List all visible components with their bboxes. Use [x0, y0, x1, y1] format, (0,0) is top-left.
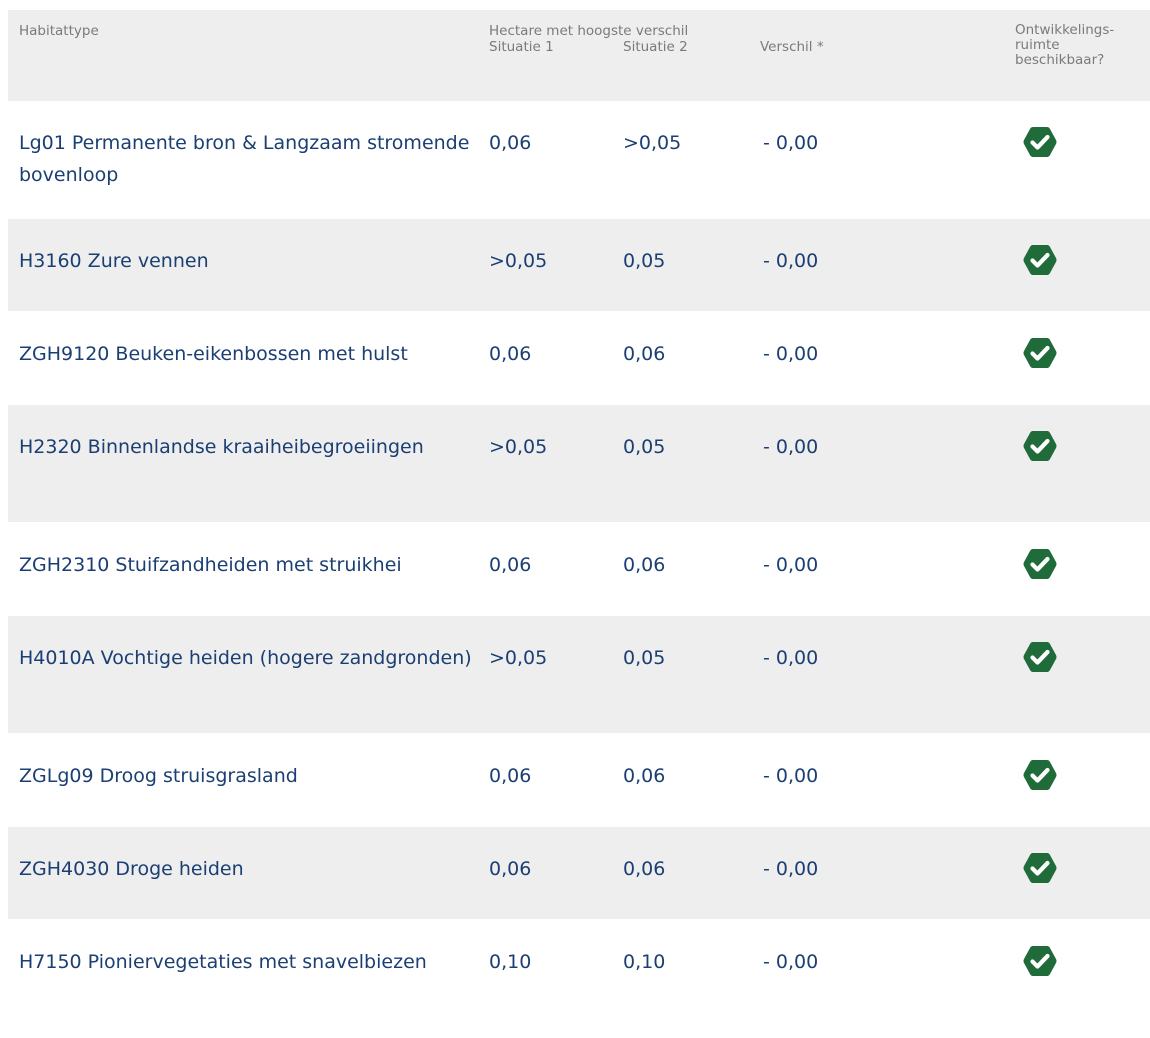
habitat-name: H4010A Vochtige heiden (hogere zandgrond…	[19, 647, 472, 669]
habitat-table: Habitattype Hectare met hoogste verschil…	[8, 10, 1150, 1038]
header-hectare: Hectare met hoogste verschil	[489, 23, 689, 39]
verschil-value: - 0,00	[763, 647, 819, 669]
habitat-name: ZGH9120 Beuken-eikenbossen met hulst	[19, 343, 408, 365]
check-hexagon-icon	[1023, 944, 1057, 978]
header-situatie-1: Situatie 1	[489, 39, 554, 55]
check-hexagon-icon	[1023, 758, 1057, 792]
table-row: Lg01 Permanente bron & Langzaam stromend…	[8, 101, 1150, 219]
situatie-2-value: 0,06	[623, 765, 666, 787]
header-ontwikkelingsruimte: Ontwikkelings-ruimte beschikbaar?	[1015, 22, 1115, 68]
verschil-value: - 0,00	[763, 250, 819, 272]
header-habitattype: Habitattype	[19, 23, 99, 39]
table-header: Habitattype Hectare met hoogste verschil…	[8, 10, 1150, 101]
verschil-value: - 0,00	[763, 343, 819, 365]
situatie-2-value: 0,06	[623, 858, 666, 880]
check-hexagon-icon	[1023, 243, 1057, 277]
table-row: ZGH9120 Beuken-eikenbossen met hulst 0,06…	[8, 312, 1150, 405]
habitat-name: ZGH2310 Stuifzandheiden met struikhei	[19, 554, 402, 576]
check-hexagon-icon	[1023, 547, 1057, 581]
verschil-value: - 0,00	[763, 436, 819, 458]
check-hexagon-icon	[1023, 851, 1057, 885]
verschil-value: - 0,00	[763, 858, 819, 880]
situatie-2-value: 0,05	[623, 436, 666, 458]
habitat-name: H2320 Binnenlandse kraaiheibegroeiingen	[19, 436, 424, 458]
verschil-value: - 0,00	[763, 951, 819, 973]
verschil-value: - 0,00	[763, 765, 819, 787]
situatie-2-value: 0,05	[623, 647, 666, 669]
situatie-1-value: 0,06	[489, 765, 532, 787]
table-row: H4010A Vochtige heiden (hogere zandgrond…	[8, 616, 1150, 734]
check-hexagon-icon	[1023, 429, 1057, 463]
header-situatie-2: Situatie 2	[623, 39, 688, 55]
situatie-1-value: >0,05	[489, 250, 548, 272]
situatie-1-value: 0,06	[489, 343, 532, 365]
habitat-name: Lg01 Permanente bron & Langzaam stromend…	[19, 132, 470, 186]
verschil-value: - 0,00	[763, 132, 819, 154]
table-row: ZGH2310 Stuifzandheiden met struikhei 0,0…	[8, 523, 1150, 616]
table-row: ZGLg09 Droog struisgrasland 0,06 0,06 - 0,0…	[8, 734, 1150, 827]
table-row: ZGH4030 Droge heiden 0,06 0,06 - 0,00	[8, 827, 1150, 920]
habitat-name: H7150 Pioniervegetaties met snavelbiezen	[19, 951, 427, 973]
habitat-name: H3160 Zure vennen	[19, 250, 209, 272]
situatie-1-value: 0,06	[489, 554, 532, 576]
situatie-2-value: 0,05	[623, 250, 666, 272]
situatie-2-value: 0,06	[623, 343, 666, 365]
situatie-2-value: 0,10	[623, 951, 666, 973]
situatie-1-value: 0,06	[489, 858, 532, 880]
check-hexagon-icon	[1023, 336, 1057, 370]
habitat-name: ZGH4030 Droge heiden	[19, 858, 244, 880]
situatie-1-value: 0,06	[489, 132, 532, 154]
table-body: Lg01 Permanente bron & Langzaam stromend…	[8, 101, 1150, 1038]
table-row: H2320 Binnenlandse kraaiheibegroeiingen >…	[8, 405, 1150, 523]
check-hexagon-icon	[1023, 640, 1057, 674]
situatie-2-value: >0,05	[623, 132, 682, 154]
verschil-value: - 0,00	[763, 554, 819, 576]
check-hexagon-icon	[1023, 125, 1057, 159]
header-verschil: Verschil *	[760, 39, 824, 55]
situatie-2-value: 0,06	[623, 554, 666, 576]
table-row: H7150 Pioniervegetaties met snavelbiezen…	[8, 920, 1150, 1038]
situatie-1-value: >0,05	[489, 647, 548, 669]
situatie-1-value: 0,10	[489, 951, 532, 973]
situatie-1-value: >0,05	[489, 436, 548, 458]
habitat-name: ZGLg09 Droog struisgrasland	[19, 765, 298, 787]
table-row: H3160 Zure vennen >0,05 0,05 - 0,00	[8, 219, 1150, 312]
